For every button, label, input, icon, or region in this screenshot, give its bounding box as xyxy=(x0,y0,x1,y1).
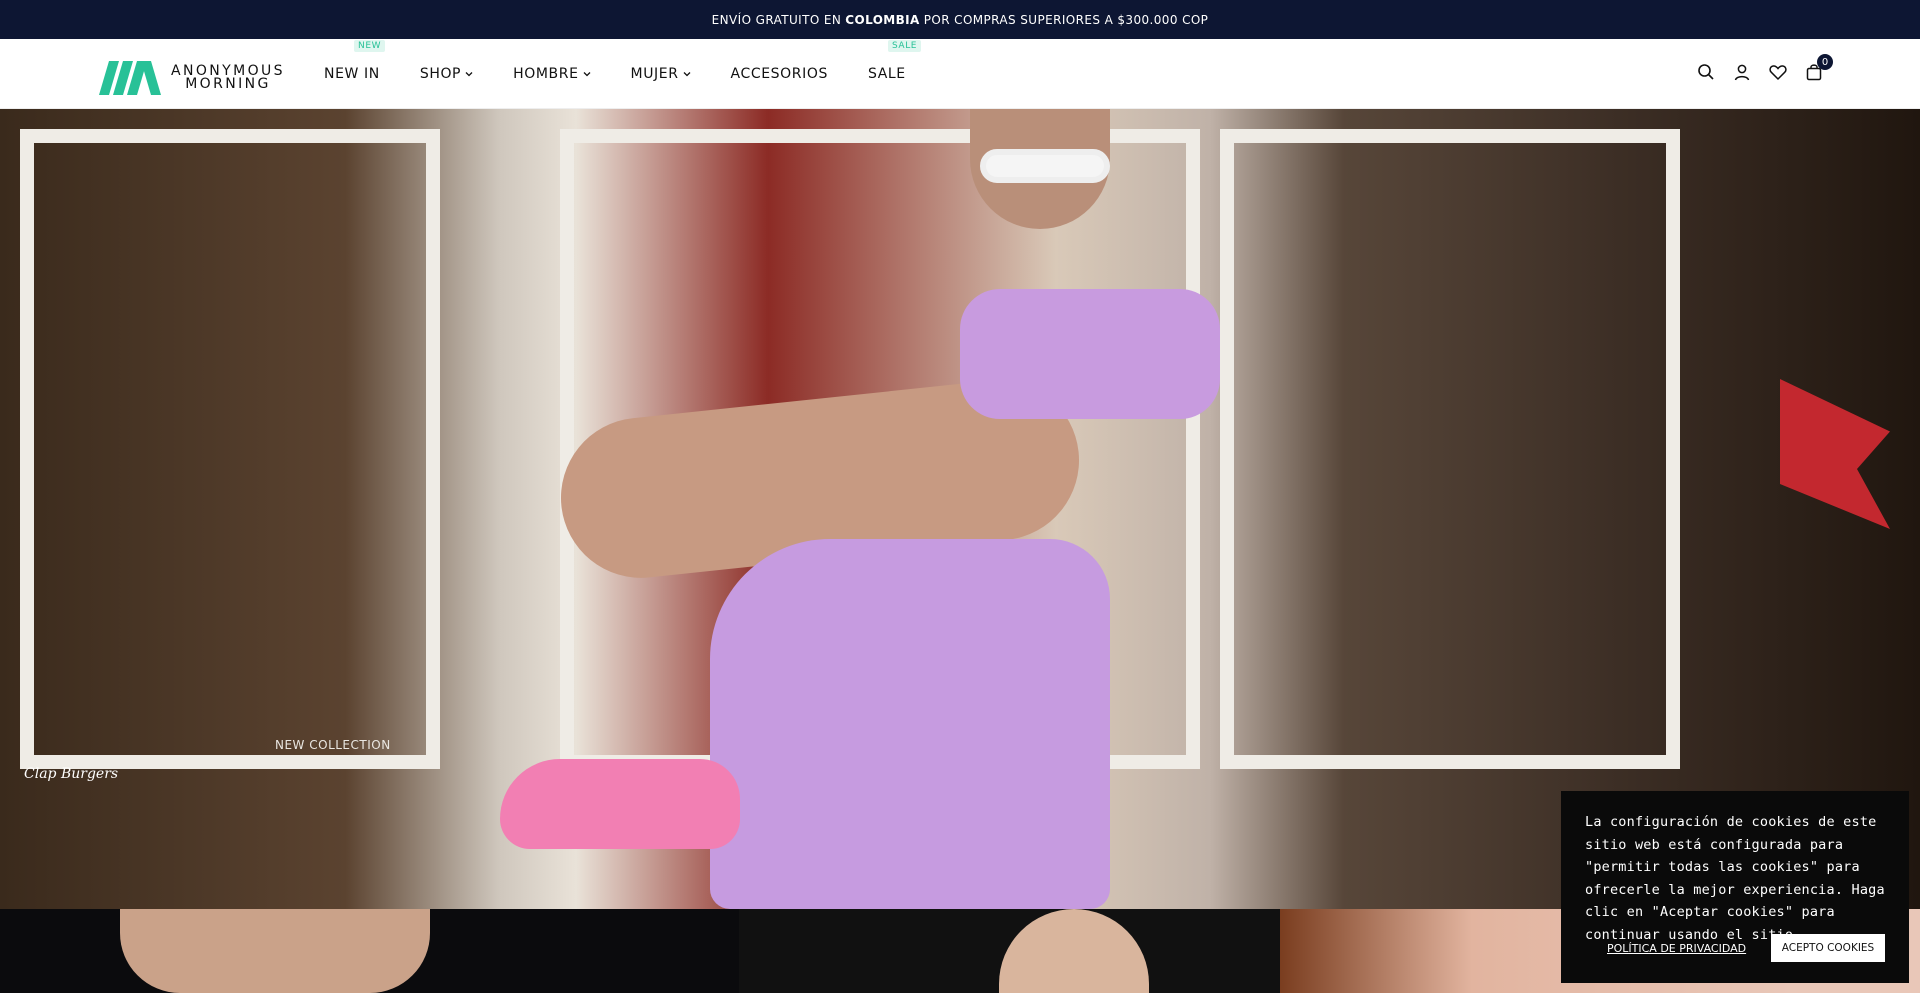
pennant-flag xyxy=(1780,379,1890,529)
nav-new-in-label: NEW IN xyxy=(324,66,380,82)
nav-mujer[interactable]: MUJER xyxy=(631,66,691,82)
cookie-banner: La configuración de cookies de este siti… xyxy=(1561,791,1909,983)
nav-hombre[interactable]: HOMBRE xyxy=(513,66,590,82)
cart-icon[interactable]: 0 xyxy=(1804,54,1833,82)
announcement-prefix: ENVÍO GRATUITO EN xyxy=(711,12,842,27)
chevron-down-icon xyxy=(683,72,691,77)
site-header: ANONYMOUS MORNING NEW NEW IN SHOP HOMBRE… xyxy=(0,39,1920,109)
window-frame-right xyxy=(1220,129,1680,769)
nav-new-badge: NEW xyxy=(354,40,386,52)
cart-count-badge: 0 xyxy=(1817,54,1833,70)
model-sports-bra xyxy=(960,289,1220,419)
nav-accesorios-label: ACCESORIOS xyxy=(730,66,828,82)
heart-icon[interactable] xyxy=(1768,62,1788,82)
nav-sale[interactable]: SALE SALE xyxy=(867,40,922,82)
announcement-suffix: POR COMPRAS SUPERIORES A $300.000 COP xyxy=(923,12,1209,27)
accept-cookies-button[interactable]: ACEPTO COOKIES xyxy=(1771,934,1885,962)
main-nav: NEW NEW IN SHOP HOMBRE MUJER ACCESORIOS … xyxy=(324,39,946,109)
announcement-country: COLOMBIA xyxy=(845,12,920,27)
nav-hombre-label: HOMBRE xyxy=(513,66,579,82)
nav-mujer-label: MUJER xyxy=(630,66,679,82)
logo-mark-icon xyxy=(99,61,161,95)
model-sneaker xyxy=(500,759,740,849)
tile-model-image xyxy=(999,909,1149,993)
header-icons: 0 xyxy=(1680,54,1833,82)
announcement-bar: ENVÍO GRATUITO EN COLOMBIA POR COMPRAS S… xyxy=(0,0,1920,39)
chevron-down-icon xyxy=(465,72,473,77)
nav-new-in[interactable]: NEW NEW IN xyxy=(324,40,386,82)
model-sunglasses xyxy=(980,149,1110,183)
window-frame-left xyxy=(20,129,440,769)
nav-shop-label: SHOP xyxy=(419,66,462,82)
logo-wordmark: ANONYMOUS MORNING xyxy=(171,64,285,92)
cookie-message: La configuración de cookies de este siti… xyxy=(1585,814,1885,943)
user-icon[interactable] xyxy=(1732,62,1752,82)
privacy-policy-link[interactable]: POLÍTICA DE PRIVACIDAD xyxy=(1607,942,1746,955)
nav-accesorios[interactable]: ACCESORIOS xyxy=(731,66,828,82)
logo-line2: MORNING xyxy=(185,76,271,92)
cookie-actions: POLÍTICA DE PRIVACIDAD ACEPTO COOKIES xyxy=(1607,934,1885,962)
nav-shop[interactable]: SHOP xyxy=(420,66,473,82)
search-icon[interactable] xyxy=(1696,62,1716,82)
nav-sale-label: SALE xyxy=(867,66,906,82)
hero-overlay-text: NEW COLLECTION xyxy=(275,738,391,752)
model-shorts xyxy=(710,539,1110,909)
tile-model-image xyxy=(120,909,430,993)
brand-logo[interactable]: ANONYMOUS MORNING xyxy=(99,61,285,95)
hero-sign-text: Clap Burgers xyxy=(24,766,119,782)
chevron-down-icon xyxy=(583,72,590,77)
category-tile-hombre[interactable] xyxy=(0,909,739,993)
hero-banner[interactable]: NEW COLLECTION Clap Burgers xyxy=(0,109,1920,909)
nav-sale-badge: SALE xyxy=(887,40,922,52)
category-tile-mujer[interactable] xyxy=(739,909,1280,993)
